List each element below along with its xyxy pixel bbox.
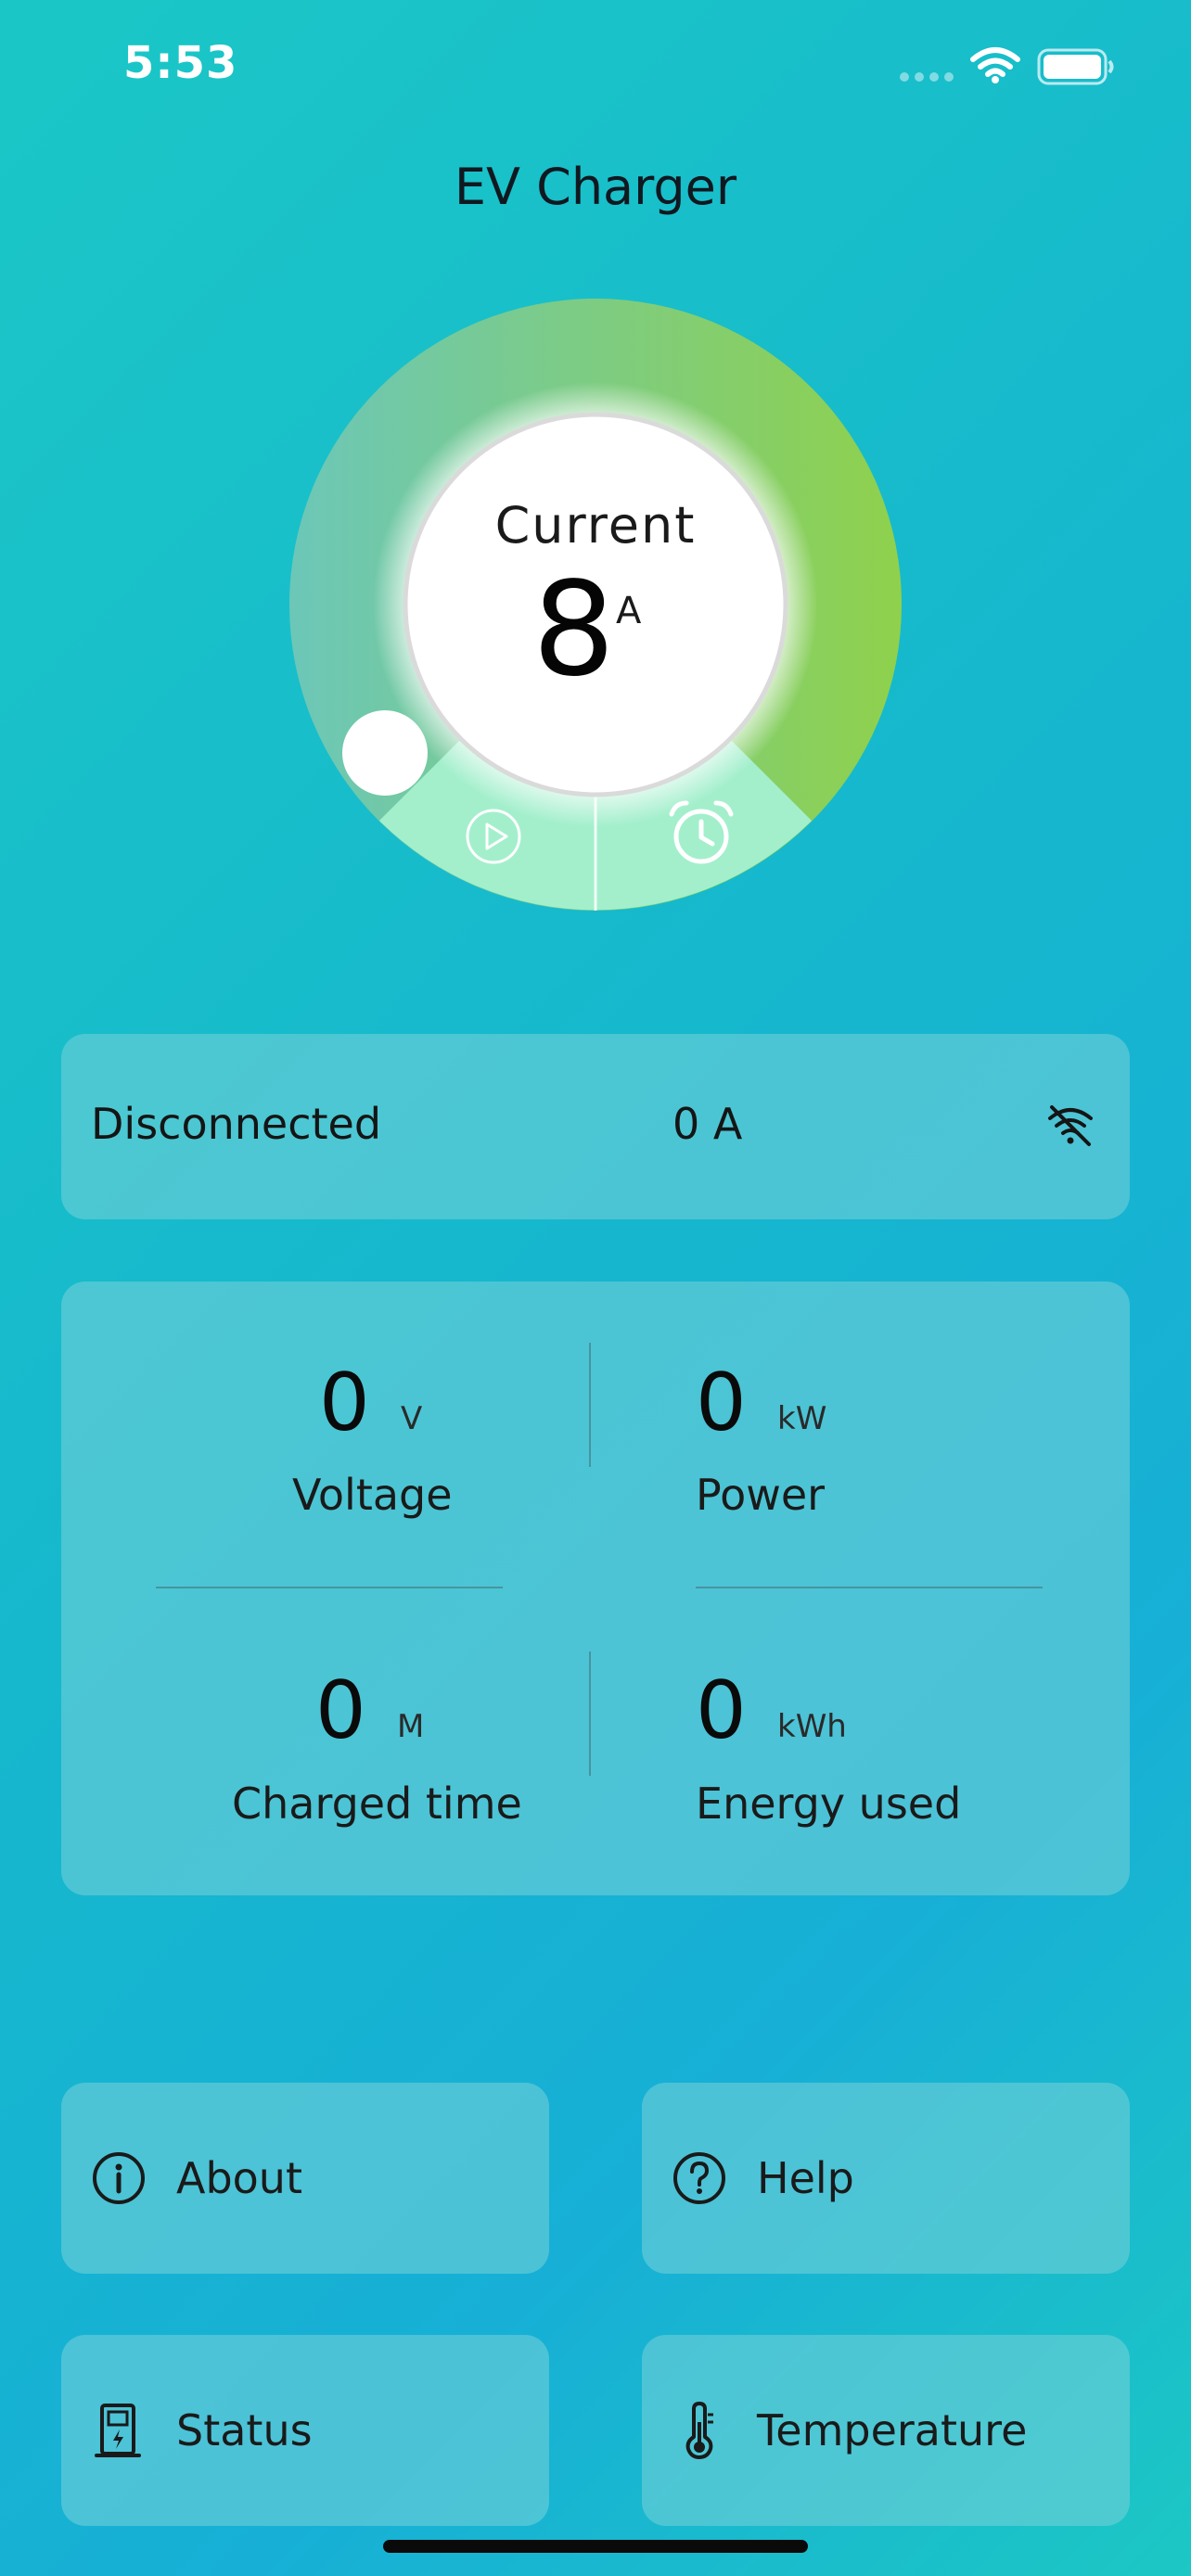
alarm-clock-icon	[669, 800, 734, 864]
connection-status-text: Disconnected	[91, 1099, 382, 1149]
voltage-unit: V	[401, 1400, 423, 1437]
energy-used-label: Energy used	[696, 1779, 962, 1829]
thermometer-icon	[672, 2400, 727, 2461]
play-icon	[466, 809, 521, 864]
help-button[interactable]: Help	[642, 2083, 1130, 2274]
metrics-card	[61, 1282, 1130, 1895]
charging-station-icon	[91, 2400, 147, 2461]
charged-time-label: Charged time	[232, 1779, 522, 1829]
about-button[interactable]: About	[61, 2083, 549, 2274]
wifi-off-icon	[1046, 1103, 1095, 1152]
battery-icon	[1037, 48, 1115, 89]
metrics-divider-vertical-top	[589, 1343, 591, 1467]
power-unit: kW	[777, 1400, 827, 1437]
status-bar-time: 5:53	[123, 37, 238, 89]
metrics-divider-horizontal-left	[156, 1587, 503, 1588]
power-label: Power	[696, 1470, 826, 1520]
temperature-button[interactable]: Temperature	[642, 2335, 1130, 2526]
current-reading: 0 A	[672, 1099, 743, 1149]
status-button[interactable]: Status	[61, 2335, 549, 2526]
start-charging-button[interactable]	[464, 807, 523, 870]
metrics-divider-horizontal-right	[696, 1587, 1043, 1588]
question-icon	[672, 2150, 727, 2206]
page-title: EV Charger	[454, 158, 737, 216]
info-icon	[91, 2150, 147, 2206]
metrics-divider-vertical-bottom	[589, 1651, 591, 1776]
home-indicator[interactable]	[383, 2540, 808, 2553]
gauge-label: Current	[494, 496, 697, 555]
schedule-timer-button[interactable]	[666, 797, 736, 872]
gauge-unit: A	[616, 590, 642, 632]
temperature-label: Temperature	[757, 2405, 1028, 2455]
energy-used-value: 0	[696, 1664, 747, 1757]
charged-time-unit: M	[397, 1708, 425, 1745]
status-label: Status	[176, 2405, 313, 2455]
energy-used-unit: kWh	[777, 1708, 847, 1745]
voltage-label: Voltage	[292, 1470, 453, 1520]
cellular-signal-icon	[900, 72, 954, 82]
about-label: About	[176, 2153, 303, 2203]
power-value: 0	[696, 1357, 747, 1449]
current-slider-handle[interactable]	[340, 708, 429, 801]
charged-time-value: 0	[315, 1664, 366, 1757]
gauge-current-value: 8	[532, 555, 616, 706]
voltage-value: 0	[319, 1357, 370, 1449]
help-label: Help	[757, 2153, 854, 2203]
wifi-icon	[970, 46, 1020, 87]
